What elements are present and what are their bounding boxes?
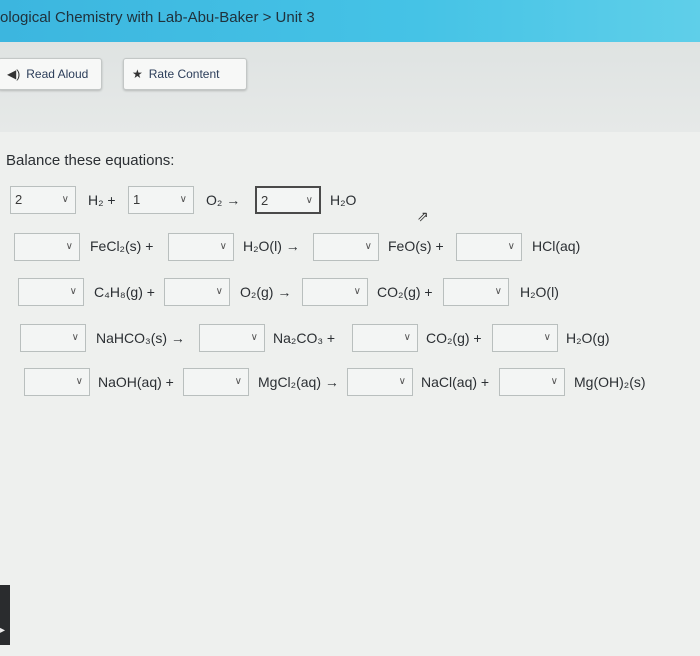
coefficient-select[interactable]: 2 ∨ — [10, 186, 76, 214]
coefficient-select[interactable]: ∨ — [164, 278, 230, 306]
species-label: CO₂(g) + — [377, 284, 433, 300]
species-label: H₂O(l) — [520, 284, 559, 300]
species-label: NaCl(aq) + — [421, 374, 490, 390]
coefficient-select[interactable]: ∨ — [456, 233, 522, 261]
species-label: H₂O(l) → — [243, 238, 300, 254]
coefficient-select[interactable]: 1 ∨ — [128, 186, 194, 214]
chevron-down-icon: ∨ — [250, 332, 258, 343]
chevron-down-icon: ∨ — [543, 332, 551, 343]
species-label: C₄H₈(g) + — [94, 284, 155, 300]
chevron-down-icon: ∨ — [69, 286, 77, 297]
coefficient-select[interactable]: ∨ — [492, 324, 558, 352]
species-label: O₂(g) → — [240, 284, 292, 300]
coefficient-select[interactable]: 2 ∨ — [255, 186, 321, 214]
chevron-down-icon: ∨ — [75, 376, 83, 387]
rate-content-label: Rate Content — [148, 67, 220, 81]
species-label: CO₂(g) + — [426, 330, 482, 346]
coefficient-select[interactable]: ∨ — [24, 368, 90, 396]
breadcrumb[interactable]: ological Chemistry with Lab-Abu-Baker > … — [0, 9, 315, 26]
mouse-pointer-icon: ⇗ — [417, 208, 429, 224]
chevron-right-icon: ▸ — [0, 625, 6, 636]
species-label: O₂ → — [206, 192, 241, 208]
species-label: H₂O — [330, 192, 357, 208]
species-label: Mg(OH)₂(s) — [574, 374, 646, 390]
coefficient-select[interactable]: ∨ — [352, 324, 418, 352]
chevron-down-icon: ∨ — [61, 194, 69, 205]
chevron-down-icon: ∨ — [305, 195, 313, 206]
chevron-down-icon: ∨ — [353, 286, 361, 297]
toolbar: ◀) Read Aloud ★ Rate Content — [0, 42, 700, 132]
chevron-down-icon: ∨ — [494, 286, 502, 297]
coefficient-select[interactable]: ∨ — [18, 278, 84, 306]
species-label: H₂O(g) — [566, 330, 610, 346]
coefficient-select[interactable]: ∨ — [499, 368, 565, 396]
chevron-down-icon: ∨ — [219, 241, 227, 252]
species-label: FeO(s) + — [388, 238, 444, 254]
chevron-down-icon: ∨ — [403, 332, 411, 343]
chevron-down-icon: ∨ — [71, 332, 79, 343]
species-label: MgCl₂(aq) → — [258, 374, 339, 390]
chevron-down-icon: ∨ — [215, 286, 223, 297]
coefficient-select[interactable]: ∨ — [347, 368, 413, 396]
chevron-down-icon: ∨ — [234, 376, 242, 387]
coefficient-select[interactable]: ∨ — [14, 233, 80, 261]
coefficient-select[interactable]: ∨ — [183, 368, 249, 396]
species-label: HCl(aq) — [532, 238, 581, 254]
coefficient-select[interactable]: ∨ — [199, 324, 265, 352]
coefficient-select[interactable]: ∨ — [443, 278, 509, 306]
coefficient-select[interactable]: ∨ — [168, 233, 234, 261]
species-label: H₂ + — [88, 192, 116, 208]
chevron-down-icon: ∨ — [65, 241, 73, 252]
star-icon: ★ — [132, 67, 143, 81]
chevron-down-icon: ∨ — [550, 376, 558, 387]
chevron-down-icon: ∨ — [364, 241, 372, 252]
course-header: ological Chemistry with Lab-Abu-Baker > … — [0, 0, 700, 42]
species-label: NaHCO₃(s) → — [96, 330, 185, 346]
chevron-down-icon: ∨ — [507, 241, 515, 252]
species-label: NaOH(aq) + — [98, 374, 174, 390]
rate-content-button[interactable]: ★ Rate Content — [123, 58, 247, 90]
chevron-down-icon: ∨ — [398, 376, 406, 387]
read-aloud-label: Read Aloud — [26, 67, 89, 81]
coefficient-select[interactable]: ∨ — [302, 278, 368, 306]
question-prompt: Balance these equations: — [6, 152, 175, 169]
coefficient-select[interactable]: ∨ — [20, 324, 86, 352]
speaker-icon: ◀) — [7, 67, 21, 81]
chevron-down-icon: ∨ — [179, 194, 187, 205]
species-label: FeCl₂(s) + — [90, 238, 154, 254]
side-panel-edge: ▸ — [0, 585, 10, 645]
coefficient-select[interactable]: ∨ — [313, 233, 379, 261]
read-aloud-button[interactable]: ◀) Read Aloud — [0, 58, 102, 90]
species-label: Na₂CO₃ + — [273, 330, 336, 346]
